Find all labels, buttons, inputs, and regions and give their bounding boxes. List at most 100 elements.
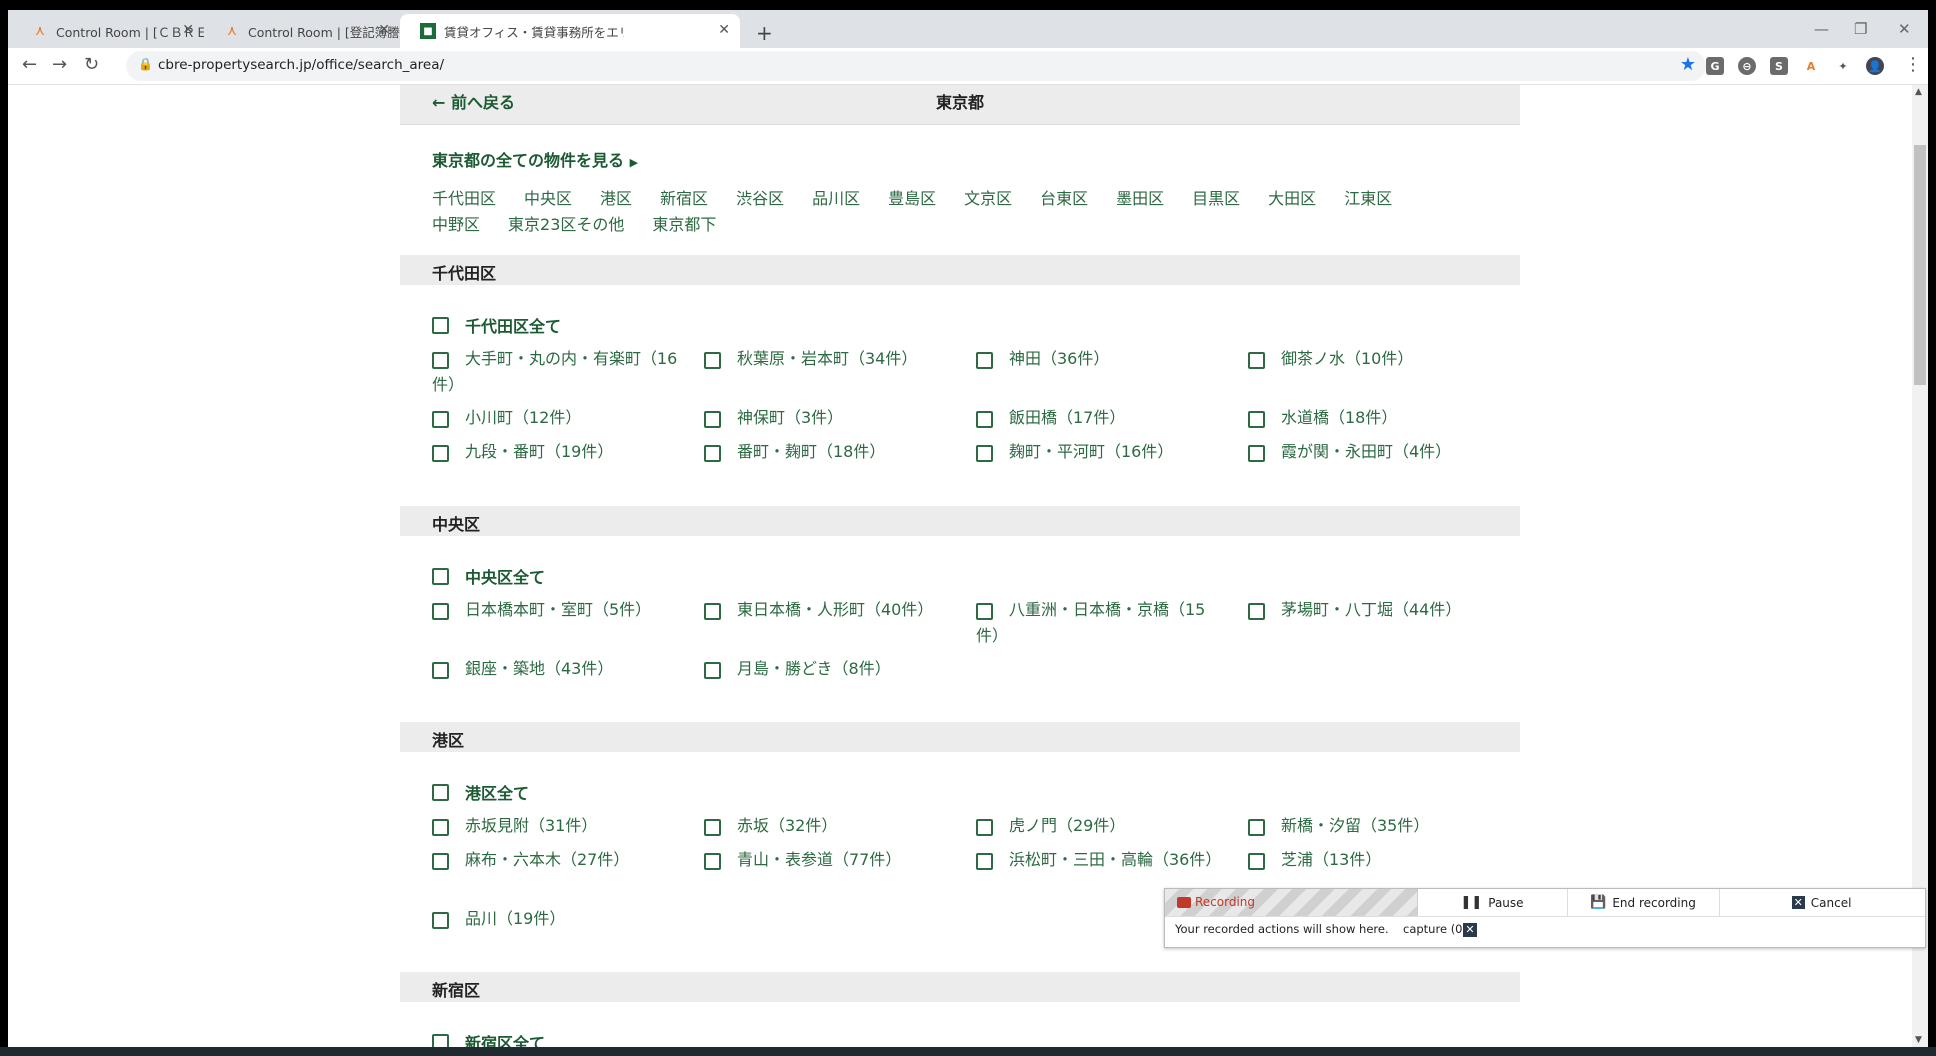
checkbox-icon[interactable] bbox=[432, 819, 449, 836]
browser-tab[interactable]: ⋏ Control Room | [ＣＢＲＥ_Ctrl] T ✕ bbox=[12, 14, 204, 48]
area-checkbox-item[interactable]: 大手町・丸の内・有楽町（16件） bbox=[432, 346, 682, 398]
area-checkbox-item[interactable]: 神保町（3件） bbox=[704, 405, 954, 431]
area-checkbox-item[interactable]: 番町・麹町（18件） bbox=[704, 439, 954, 465]
checkbox-icon[interactable] bbox=[432, 1033, 449, 1047]
profile-avatar-icon[interactable]: 👤 bbox=[1866, 57, 1884, 75]
checkbox-icon[interactable] bbox=[432, 912, 449, 929]
area-checkbox-item[interactable]: 飯田橋（17件） bbox=[976, 405, 1226, 431]
checkbox-icon[interactable] bbox=[432, 783, 449, 801]
checkbox-icon[interactable] bbox=[432, 352, 449, 369]
checkbox-icon[interactable] bbox=[1248, 411, 1265, 428]
scroll-thumb[interactable] bbox=[1914, 145, 1926, 385]
ward-link[interactable]: 江東区 bbox=[1344, 186, 1392, 212]
extension-icon[interactable]: A bbox=[1802, 57, 1820, 75]
ward-link[interactable]: 台東区 bbox=[1040, 186, 1088, 212]
area-checkbox-item[interactable]: 八重洲・日本橋・京橋（15件） bbox=[976, 597, 1226, 649]
ward-link[interactable]: 文京区 bbox=[964, 186, 1012, 212]
area-checkbox-item[interactable]: 芝浦（13件） bbox=[1248, 847, 1498, 873]
ward-link[interactable]: 墨田区 bbox=[1116, 186, 1164, 212]
all-properties-link[interactable]: 東京都の全ての物件を見る ▶ bbox=[432, 147, 638, 171]
ward-link[interactable]: 東京都下 bbox=[652, 212, 716, 238]
window-close-icon[interactable]: ✕ bbox=[1898, 20, 1911, 38]
back-arrow-icon[interactable]: ← bbox=[22, 54, 37, 75]
area-checkbox-item[interactable]: 赤坂（32件） bbox=[704, 813, 954, 839]
close-tab-icon[interactable]: ✕ bbox=[378, 22, 390, 38]
checkbox-icon[interactable] bbox=[432, 445, 449, 462]
checkbox-icon[interactable] bbox=[976, 411, 993, 428]
menu-dots-icon[interactable]: ⋮ bbox=[1904, 54, 1922, 75]
area-checkbox-item[interactable]: 品川（19件） bbox=[432, 906, 682, 932]
ward-link[interactable]: 渋谷区 bbox=[736, 186, 784, 212]
close-tab-icon[interactable]: ✕ bbox=[718, 22, 730, 38]
ward-link[interactable]: 豊島区 bbox=[888, 186, 936, 212]
checkbox-icon[interactable] bbox=[432, 316, 449, 334]
checkbox-icon[interactable] bbox=[1248, 445, 1265, 462]
address-bar[interactable]: 🔒 cbre-propertysearch.jp/office/search_a… bbox=[126, 51, 1706, 81]
area-checkbox-item[interactable]: 日本橋本町・室町（5件） bbox=[432, 597, 682, 623]
area-checkbox-item[interactable]: 麻布・六本木（27件） bbox=[432, 847, 682, 873]
bookmark-star-icon[interactable]: ★ bbox=[1680, 54, 1696, 75]
area-checkbox-item[interactable]: 御茶ノ水（10件） bbox=[1248, 346, 1498, 372]
url-text[interactable]: cbre-propertysearch.jp/office/search_are… bbox=[158, 57, 444, 73]
browser-tab-active[interactable]: ■ 賃貸オフィス・賃貸事務所をエリアか ✕ bbox=[400, 14, 740, 48]
ward-link[interactable]: 目黒区 bbox=[1192, 186, 1240, 212]
checkbox-icon[interactable] bbox=[704, 603, 721, 620]
area-checkbox-item[interactable]: 新橋・汐留（35件） bbox=[1248, 813, 1498, 839]
select-all-checkbox[interactable]: 新宿区全て bbox=[432, 1030, 545, 1047]
checkbox-icon[interactable] bbox=[704, 853, 721, 870]
ward-link[interactable]: 新宿区 bbox=[660, 186, 708, 212]
scroll-down-icon[interactable]: ▼ bbox=[1915, 1035, 1922, 1045]
checkbox-icon[interactable] bbox=[976, 445, 993, 462]
checkbox-icon[interactable] bbox=[1248, 603, 1265, 620]
area-checkbox-item[interactable]: 月島・勝どき（8件） bbox=[704, 656, 954, 682]
area-checkbox-item[interactable]: 秋葉原・岩本町（34件） bbox=[704, 346, 954, 372]
checkbox-icon[interactable] bbox=[704, 662, 721, 679]
area-checkbox-item[interactable]: 九段・番町（19件） bbox=[432, 439, 682, 465]
checkbox-icon[interactable] bbox=[1248, 352, 1265, 369]
forward-arrow-icon[interactable]: → bbox=[52, 54, 67, 75]
pause-button[interactable]: ❚❚ Pause bbox=[1417, 889, 1568, 916]
cancel-button[interactable]: ✕ Cancel bbox=[1719, 889, 1924, 916]
extension-icon[interactable]: S bbox=[1770, 57, 1788, 75]
new-tab-icon[interactable]: + bbox=[756, 21, 773, 45]
area-checkbox-item[interactable]: 霞が関・永田町（4件） bbox=[1248, 439, 1498, 465]
ward-link[interactable]: 中央区 bbox=[524, 186, 572, 212]
area-checkbox-item[interactable]: 青山・表参道（77件） bbox=[704, 847, 954, 873]
checkbox-icon[interactable] bbox=[1248, 819, 1265, 836]
area-checkbox-item[interactable]: 赤坂見附（31件） bbox=[432, 813, 682, 839]
checkbox-icon[interactable] bbox=[976, 819, 993, 836]
restore-icon[interactable]: ❐ bbox=[1854, 20, 1867, 38]
checkbox-icon[interactable] bbox=[976, 853, 993, 870]
checkbox-icon[interactable] bbox=[432, 567, 449, 585]
ward-link[interactable]: 中野区 bbox=[432, 212, 480, 238]
extension-icon[interactable]: G bbox=[1706, 57, 1724, 75]
checkbox-icon[interactable] bbox=[704, 352, 721, 369]
ward-link[interactable]: 大田区 bbox=[1268, 186, 1316, 212]
select-all-checkbox[interactable]: 中央区全て bbox=[432, 564, 545, 588]
area-checkbox-item[interactable]: 神田（36件） bbox=[976, 346, 1226, 372]
close-tab-icon[interactable]: ✕ bbox=[182, 22, 194, 38]
area-checkbox-item[interactable]: 虎ノ門（29件） bbox=[976, 813, 1226, 839]
checkbox-icon[interactable] bbox=[432, 662, 449, 679]
area-checkbox-item[interactable]: 水道橋（18件） bbox=[1248, 405, 1498, 431]
close-capture-icon[interactable]: ✕ bbox=[1463, 923, 1477, 937]
checkbox-icon[interactable] bbox=[704, 819, 721, 836]
area-checkbox-item[interactable]: 銀座・築地（43件） bbox=[432, 656, 682, 682]
checkbox-icon[interactable] bbox=[976, 603, 993, 620]
area-checkbox-item[interactable]: 茅場町・八丁堀（44件） bbox=[1248, 597, 1498, 623]
checkbox-icon[interactable] bbox=[432, 853, 449, 870]
checkbox-icon[interactable] bbox=[1248, 853, 1265, 870]
ward-link[interactable]: 港区 bbox=[600, 186, 632, 212]
area-checkbox-item[interactable]: 小川町（12件） bbox=[432, 405, 682, 431]
browser-tab[interactable]: ⋏ Control Room | [登記簿謄本データ ✕ bbox=[204, 14, 400, 48]
checkbox-icon[interactable] bbox=[432, 603, 449, 620]
select-all-checkbox[interactable]: 千代田区全て bbox=[432, 313, 561, 337]
end-recording-button[interactable]: 💾 End recording bbox=[1567, 889, 1720, 916]
area-checkbox-item[interactable]: 東日本橋・人形町（40件） bbox=[704, 597, 954, 623]
checkbox-icon[interactable] bbox=[704, 445, 721, 462]
area-checkbox-item[interactable]: 浜松町・三田・高輪（36件） bbox=[976, 847, 1226, 873]
checkbox-icon[interactable] bbox=[432, 411, 449, 428]
reload-icon[interactable]: ↻ bbox=[84, 54, 99, 75]
checkbox-icon[interactable] bbox=[704, 411, 721, 428]
extension-icon[interactable]: ⊖ bbox=[1738, 57, 1756, 75]
